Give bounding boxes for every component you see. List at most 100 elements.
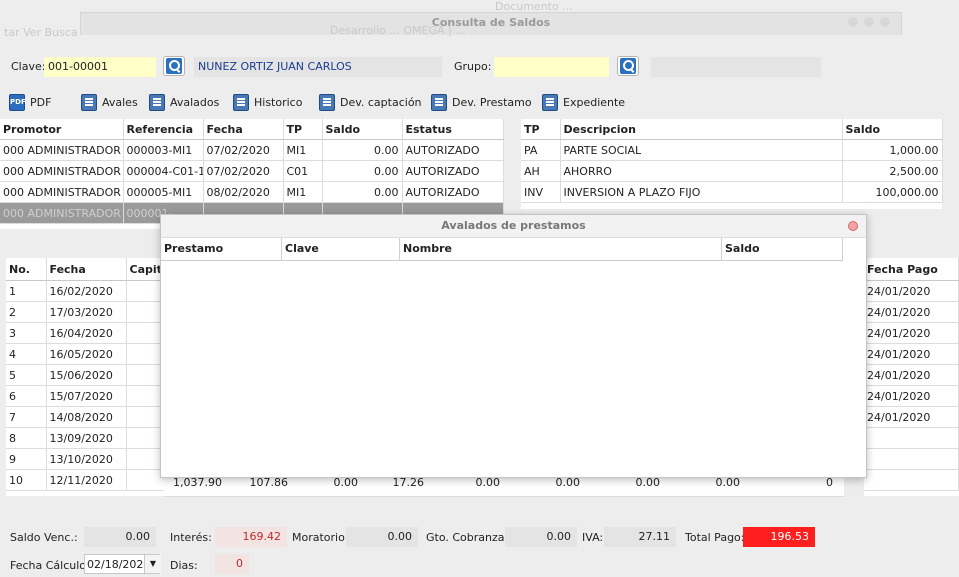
col-saldo[interactable]: Saldo <box>322 119 403 140</box>
table-row[interactable]: 24/01/2020 <box>864 406 959 428</box>
cell: 08/02/2020 <box>203 181 284 203</box>
col-fecha[interactable]: Fecha <box>46 258 127 281</box>
schedule-row-10-values: 1,037.90 107.86 0.00 17.26 0.00 0.00 0.0… <box>164 476 844 497</box>
table-row[interactable]: 8 13/09/2020 <box>6 427 164 449</box>
pdf-button-label: PDF <box>30 96 52 109</box>
cell: 24/01/2020 <box>864 406 959 428</box>
table-row[interactable]: 3 16/04/2020 <box>6 322 164 344</box>
cell: 24/01/2020 <box>864 385 959 407</box>
table-row[interactable]: 24/01/2020 <box>864 322 959 344</box>
table-row[interactable]: 24/01/2020 <box>864 301 959 323</box>
cell: 4 <box>6 343 47 365</box>
cell: INVERSION A PLAZO FIJO <box>560 181 843 203</box>
table-row[interactable]: 000 ADMINISTRADOR DE 000005-MI1 08/02/20… <box>0 181 504 203</box>
maximize-icon[interactable] <box>864 17 874 27</box>
avalados-button[interactable]: Avalados <box>148 92 219 114</box>
cobranza-field: 0.00 <box>505 527 577 547</box>
clave-input[interactable]: 001-00001 <box>44 57 156 77</box>
historico-button[interactable]: Historico <box>232 92 302 114</box>
table-row[interactable]: 24/01/2020 <box>864 280 959 302</box>
cell: 17.26 <box>392 476 425 489</box>
dev-prestamo-button[interactable]: Dev. Prestamo <box>430 92 532 114</box>
ghost-menu-text: tar Ver Busca <box>4 26 78 39</box>
col-prestamo[interactable]: Prestamo <box>161 238 282 260</box>
col-saldo[interactable]: Saldo <box>722 238 843 260</box>
table-row[interactable]: 9 13/10/2020 <box>6 448 164 470</box>
col-descripcion[interactable]: Descripcion <box>560 119 843 140</box>
dev-captacion-button[interactable]: Dev. captación <box>318 92 422 114</box>
cell: 24/01/2020 <box>864 343 959 365</box>
cell: 16/04/2020 <box>46 322 127 344</box>
avales-button[interactable]: Avales <box>80 92 138 114</box>
col-referencia[interactable]: Referencia <box>123 119 204 140</box>
col-clave[interactable]: Clave <box>282 238 400 260</box>
table-row[interactable]: INV INVERSION A PLAZO FIJO 100,000.00 <box>521 181 943 203</box>
table-row[interactable]: 2 17/03/2020 <box>6 301 164 323</box>
col-estatus[interactable]: Estatus <box>402 119 504 140</box>
col-nombre[interactable]: Nombre <box>400 238 722 260</box>
minimize-icon[interactable] <box>848 17 858 27</box>
expediente-button-label: Expediente <box>563 96 626 109</box>
search-client-button[interactable] <box>163 56 185 76</box>
table-row[interactable]: 10 12/11/2020 <box>6 469 164 491</box>
loans-table-panel: Promotor Referencia Fecha TP Saldo Estat… <box>0 119 504 229</box>
close-icon[interactable] <box>848 221 858 231</box>
cell: 12/11/2020 <box>46 469 127 491</box>
fecha-pago-panel: Fecha Pago 24/01/2020 24/01/2020 24/01/2… <box>864 258 959 496</box>
search-group-button[interactable] <box>617 56 639 76</box>
moratorio-field: 0.00 <box>346 527 418 547</box>
col-no[interactable]: No. <box>6 258 47 281</box>
col-capital[interactable]: Capit <box>126 258 164 281</box>
schedule-table-panel: No. Fecha Capit 1 16/02/2020 2 17/03/2020 … <box>6 258 164 496</box>
cell: AUTORIZADO <box>402 181 504 203</box>
cell: INV <box>521 181 561 203</box>
cell: 16/02/2020 <box>46 280 127 302</box>
saldo-venc-label: Saldo Venc.: <box>10 531 78 544</box>
table-row[interactable]: 6 15/07/2020 <box>6 385 164 407</box>
col-fecha-pago[interactable]: Fecha Pago <box>864 258 959 281</box>
col-tp[interactable]: TP <box>283 119 323 140</box>
cell: 07/02/2020 <box>203 160 284 182</box>
cell: 000 ADMINISTRADOR DE <box>0 202 124 224</box>
pdf-button[interactable]: PDF PDF <box>8 92 51 114</box>
col-saldo[interactable]: Saldo <box>842 119 943 140</box>
cell: 13/09/2020 <box>46 427 127 449</box>
expediente-button[interactable]: Expediente <box>541 92 625 114</box>
table-row[interactable]: 7 14/08/2020 <box>6 406 164 428</box>
document-icon <box>431 94 447 111</box>
dev-captacion-button-label: Dev. captación <box>340 96 422 109</box>
loans-table: Promotor Referencia Fecha TP Saldo Estat… <box>0 119 504 224</box>
table-row[interactable]: 24/01/2020 <box>864 364 959 386</box>
table-row[interactable]: 5 15/06/2020 <box>6 364 164 386</box>
col-promotor[interactable]: Promotor <box>0 119 124 140</box>
cell: 100,000.00 <box>842 181 943 203</box>
table-row[interactable]: 000 ADMINISTRADOR DE 000003-MI1 07/02/20… <box>0 139 504 161</box>
col-fecha[interactable]: Fecha <box>203 119 284 140</box>
cell: C01 <box>283 160 323 182</box>
table-row[interactable]: AH AHORRO 2,500.00 <box>521 160 943 182</box>
cell: MI1 <box>283 139 323 161</box>
cell: 16/05/2020 <box>46 343 127 365</box>
close-window-icon[interactable] <box>880 17 890 27</box>
calendar-dropdown-icon[interactable]: ▼ <box>144 555 161 573</box>
saldo-venc-field: 0.00 <box>84 527 156 547</box>
cell: 000003-MI1 <box>123 139 204 161</box>
cell: 17/03/2020 <box>46 301 127 323</box>
col-tp[interactable]: TP <box>521 119 561 140</box>
cell: 0.00 <box>475 476 501 489</box>
table-row[interactable]: 000 ADMINISTRADOR DE 000004-C01-1 07/02/… <box>0 160 504 182</box>
table-row[interactable]: 24/01/2020 <box>864 343 959 365</box>
table-row[interactable]: 24/01/2020 <box>864 385 959 407</box>
grupo-input[interactable] <box>494 57 609 77</box>
schedule-table: No. Fecha Capit 1 16/02/2020 2 17/03/2020 … <box>6 258 164 491</box>
table-row[interactable]: 1 16/02/2020 <box>6 280 164 302</box>
cell: 24/01/2020 <box>864 301 959 323</box>
search-icon <box>620 58 636 74</box>
cell: 000 ADMINISTRADOR DE <box>0 160 124 182</box>
grupo-label: Grupo: <box>454 60 492 73</box>
table-row[interactable]: PA PARTE SOCIAL 1,000.00 <box>521 139 943 161</box>
modal-title[interactable]: Avalados de prestamos <box>161 215 866 238</box>
window-titlebar[interactable]: Consulta de Saldos <box>80 12 902 35</box>
table-row[interactable]: 4 16/05/2020 <box>6 343 164 365</box>
cell: AUTORIZADO <box>402 160 504 182</box>
